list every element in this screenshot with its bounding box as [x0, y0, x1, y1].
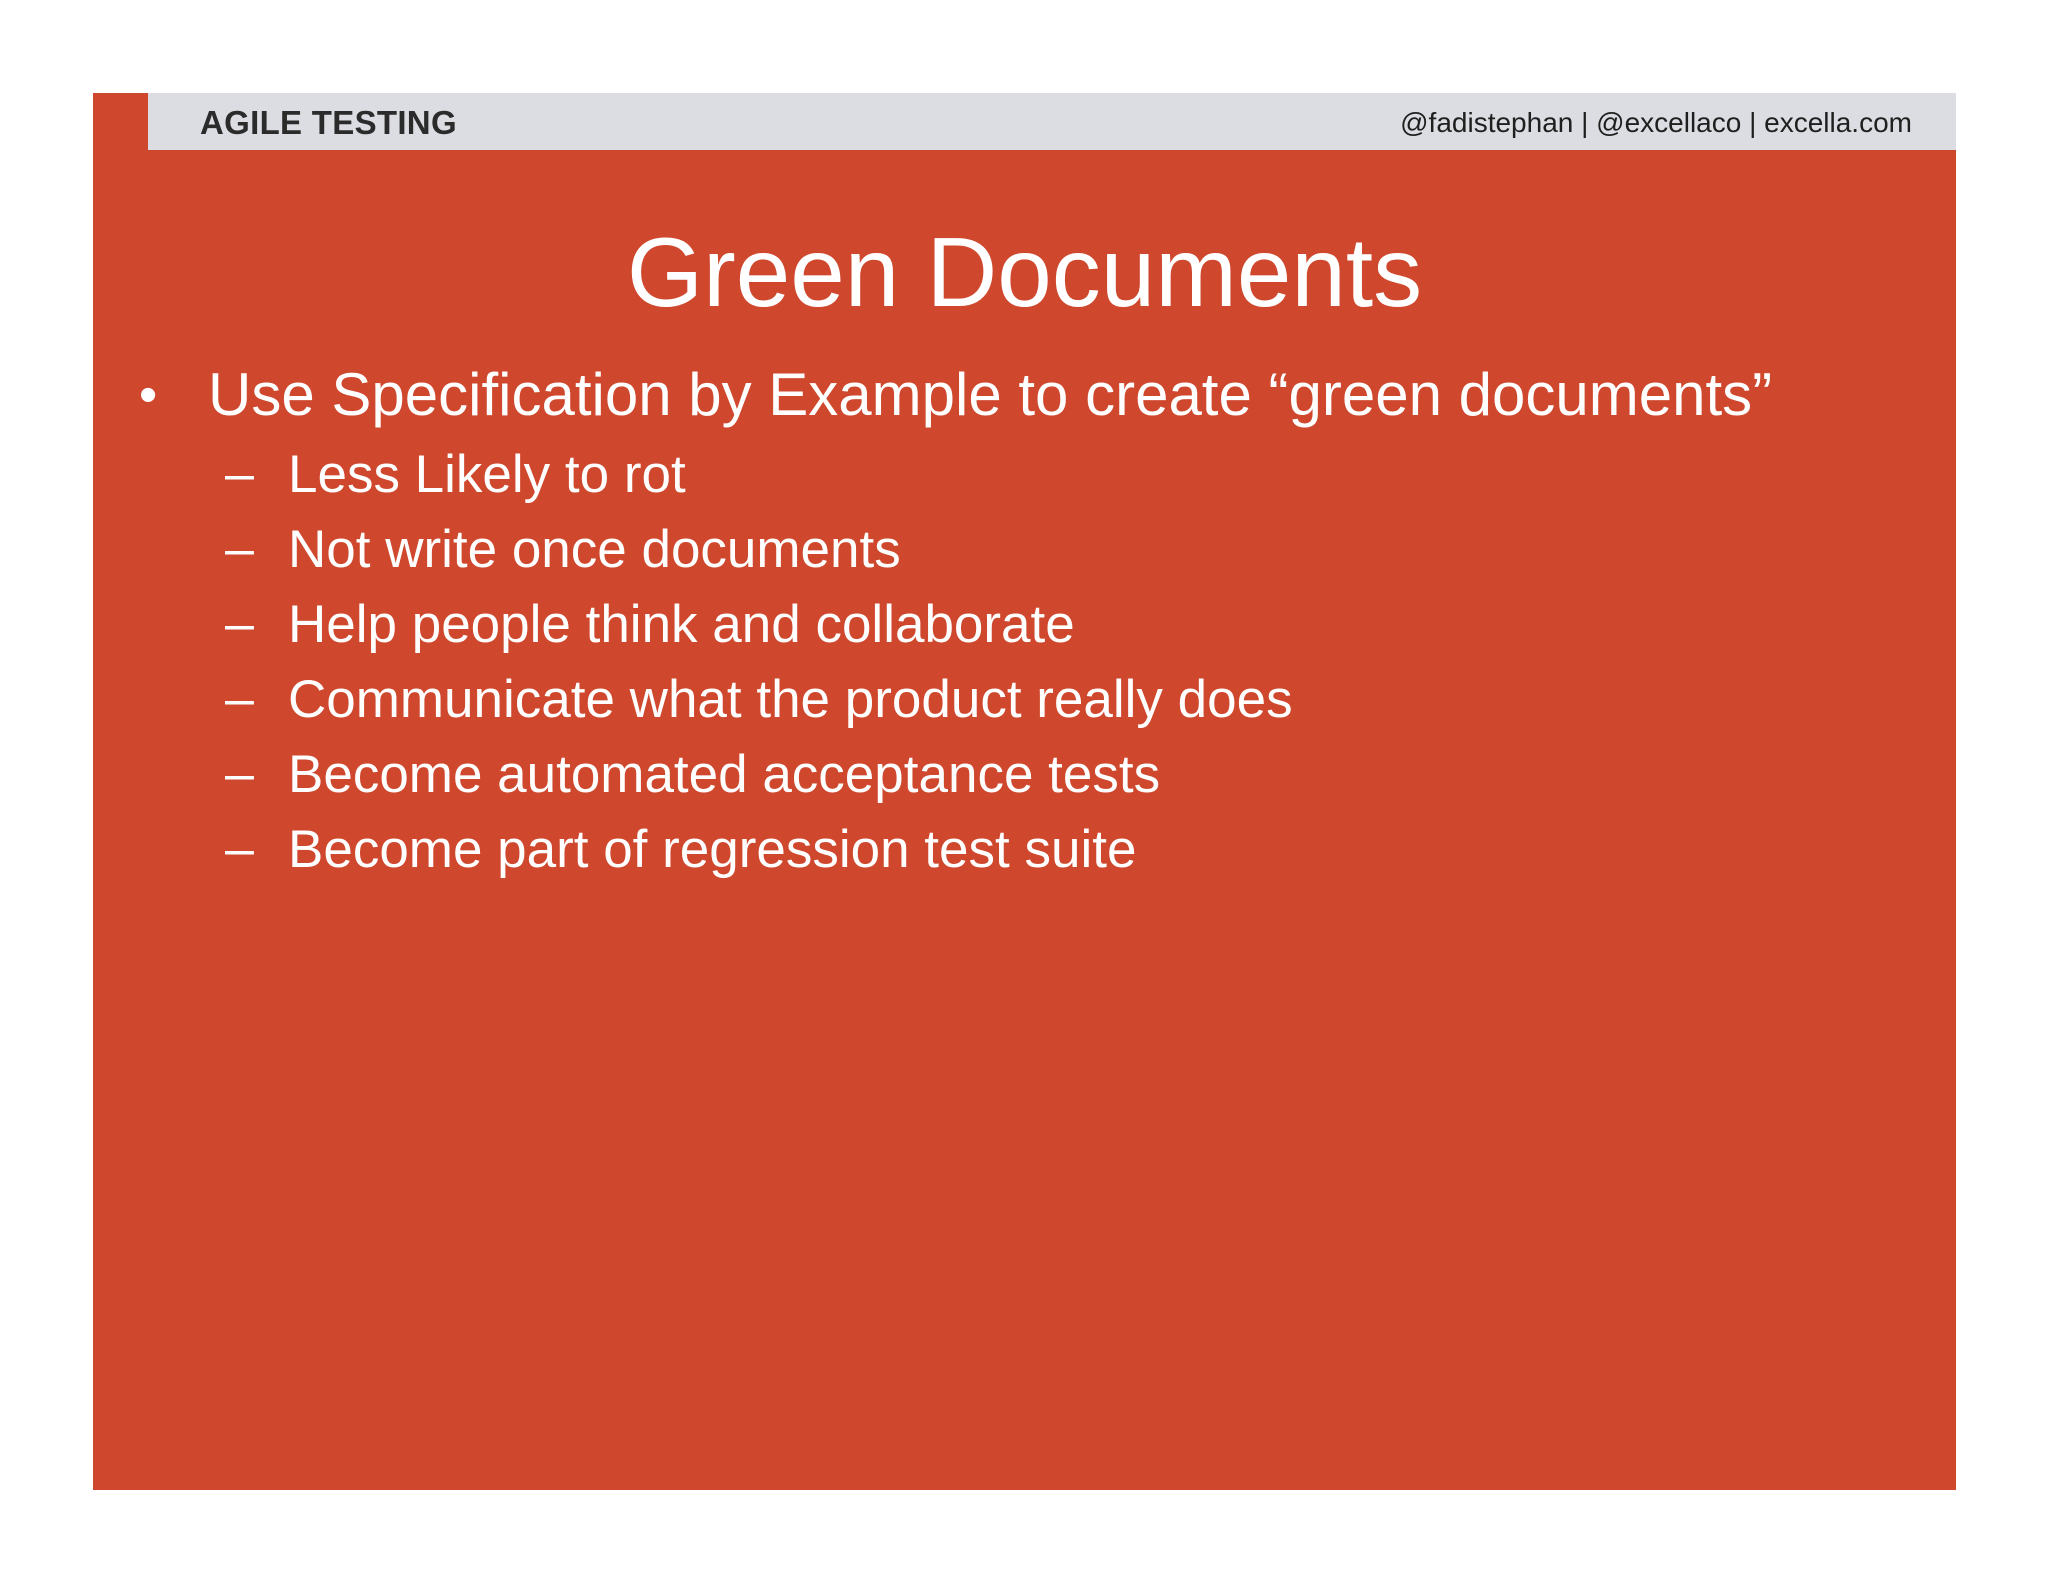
header-bar: AGILE TESTING @fadistephan | @excellaco …	[148, 93, 1956, 150]
sub-bullet-text: Help people think and collaborate	[288, 595, 1075, 654]
sub-bullet-marker: –	[225, 595, 254, 653]
sub-bullet-item: – Communicate what the product really do…	[93, 662, 1956, 737]
sub-bullet-item: – Less Likely to rot	[93, 437, 1956, 512]
sub-bullet-marker: –	[225, 820, 254, 878]
sub-bullet-item: – Help people think and collaborate	[93, 587, 1956, 662]
slide-title: Green Documents	[626, 217, 1423, 327]
bullet-text: Use Specification by Example to create “…	[208, 361, 1773, 428]
slide: AGILE TESTING @fadistephan | @excellaco …	[93, 93, 1956, 1490]
sub-bullet-item: – Become part of regression test suite	[93, 812, 1956, 887]
bullet-item: • Use Specification by Example to create…	[93, 355, 1956, 435]
sub-bullet-text: Become automated acceptance tests	[288, 745, 1161, 804]
sub-bullet-item: – Not write once documents	[93, 512, 1956, 587]
header-contact-label: @fadistephan | @excellaco | excella.com	[1400, 107, 1912, 138]
header-course-label: AGILE TESTING	[200, 104, 457, 141]
sub-bullet-marker: –	[225, 745, 254, 803]
bullet-marker: •	[139, 366, 158, 424]
sub-bullet-text: Less Likely to rot	[288, 445, 686, 504]
sub-bullet-list: – Less Likely to rot – Not write once do…	[93, 437, 1956, 887]
sub-bullet-marker: –	[225, 670, 254, 728]
sub-bullet-item: – Become automated acceptance tests	[93, 737, 1956, 812]
sub-bullet-marker: –	[225, 520, 254, 578]
sub-bullet-text: Communicate what the product really does	[288, 670, 1293, 729]
sub-bullet-marker: –	[225, 445, 254, 503]
sub-bullet-text: Become part of regression test suite	[288, 820, 1137, 879]
sub-bullet-text: Not write once documents	[288, 520, 901, 579]
